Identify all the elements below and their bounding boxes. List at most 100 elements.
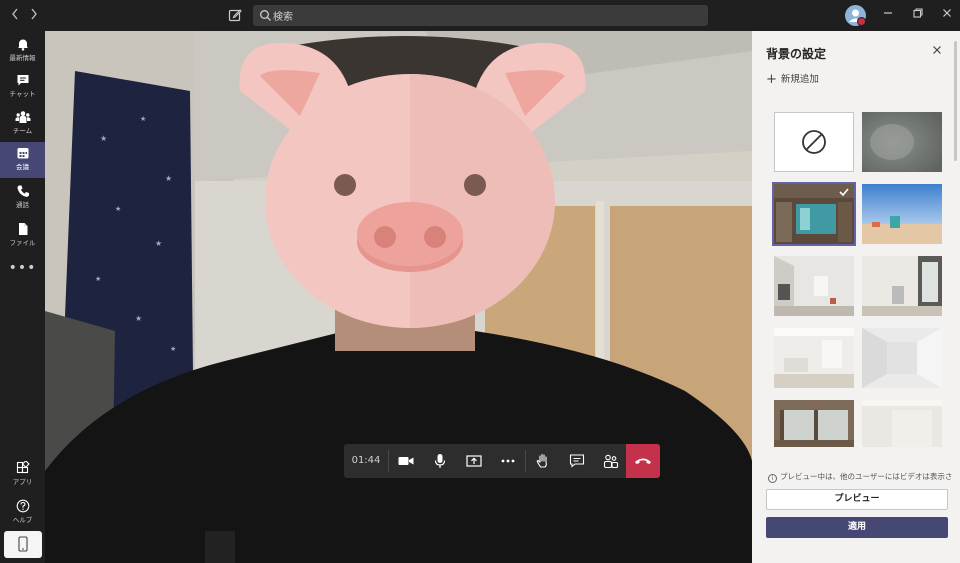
rail-label: ヘルプ bbox=[12, 516, 33, 524]
bell-icon bbox=[17, 39, 28, 51]
video-stage: ★★★ ★★★ ★★★ ★ 01:44 bbox=[45, 31, 752, 563]
background-option-room-4[interactable] bbox=[862, 328, 942, 388]
room-background-image bbox=[774, 256, 854, 316]
minimize-icon bbox=[884, 12, 892, 14]
room-background-image bbox=[774, 328, 854, 388]
preview-notice: iプレビュー中は、他のユーザーにはビデオは表示されま... bbox=[768, 471, 953, 483]
status-badge bbox=[857, 17, 866, 26]
chevron-left-icon bbox=[12, 8, 18, 20]
background-option-room-6[interactable] bbox=[862, 400, 942, 447]
rail-item-activity[interactable]: 最新情報 bbox=[0, 33, 45, 69]
minimize-button[interactable] bbox=[880, 7, 896, 23]
camera-icon bbox=[398, 457, 414, 465]
no-background-icon bbox=[802, 130, 826, 154]
calendar-icon bbox=[17, 148, 28, 159]
camera-toggle-button[interactable] bbox=[389, 444, 423, 478]
panel-title: 背景の設定 bbox=[766, 47, 827, 61]
background-option-room-3[interactable] bbox=[774, 328, 854, 388]
close-window-button[interactable] bbox=[939, 7, 955, 23]
background-grid bbox=[752, 104, 960, 447]
mic-toggle-button[interactable] bbox=[423, 444, 457, 478]
add-new-label: 新規追加 bbox=[780, 74, 819, 85]
device-button[interactable] bbox=[4, 531, 42, 558]
chat-icon bbox=[569, 454, 585, 468]
close-icon bbox=[933, 46, 941, 54]
rail-item-apps[interactable]: アプリ bbox=[0, 457, 45, 493]
rail-item-teams[interactable]: チーム bbox=[0, 106, 45, 142]
forward-button[interactable] bbox=[27, 7, 41, 23]
share-screen-button[interactable] bbox=[457, 444, 491, 478]
rail-label: 会議 bbox=[16, 163, 29, 171]
title-bar: 検索 bbox=[0, 0, 960, 31]
search-input[interactable]: 検索 bbox=[273, 8, 293, 23]
rail-item-meetings[interactable]: 会議 bbox=[0, 142, 45, 178]
restore-button[interactable] bbox=[910, 7, 926, 23]
svg-text:★: ★ bbox=[165, 174, 172, 183]
self-video-preview: ★★★ ★★★ ★★★ ★ bbox=[45, 31, 752, 563]
apply-button[interactable]: 適用 bbox=[766, 517, 948, 538]
search-icon bbox=[260, 10, 271, 21]
close-icon bbox=[943, 9, 951, 17]
compose-icon bbox=[228, 9, 242, 22]
call-timer: 01:44 bbox=[351, 455, 381, 466]
rail-item-calls[interactable]: 通話 bbox=[0, 180, 45, 216]
more-icon bbox=[501, 459, 515, 463]
chat-toggle-button[interactable] bbox=[560, 444, 594, 478]
mic-icon bbox=[434, 454, 446, 468]
preview-button[interactable]: プレビュー bbox=[766, 489, 948, 510]
preview-notice-text: プレビュー中は、他のユーザーにはビデオは表示されま... bbox=[780, 472, 953, 481]
new-chat-button[interactable] bbox=[228, 7, 244, 23]
room-background-image bbox=[862, 328, 942, 388]
rail-item-chat[interactable]: チャット bbox=[0, 69, 45, 105]
room-background-image bbox=[862, 256, 942, 316]
background-option-room-1[interactable] bbox=[774, 256, 854, 316]
phone-icon bbox=[17, 185, 29, 197]
background-option-room-5[interactable] bbox=[774, 400, 854, 447]
blur-background-image bbox=[862, 112, 942, 172]
room-background-image bbox=[774, 400, 854, 447]
background-option-beach[interactable] bbox=[862, 184, 942, 244]
background-settings-panel: 背景の設定 + 新規追加 i プレビュー中は、他のユーザーにはビデオは表示さ プ… bbox=[752, 31, 960, 563]
svg-text:★: ★ bbox=[155, 239, 162, 248]
app-rail: 最新情報 チャット チーム 会議 通話 ファイル ••• アプリ ヘルプ bbox=[0, 31, 45, 563]
plus-icon: + bbox=[766, 72, 777, 87]
background-option-office[interactable] bbox=[772, 182, 856, 246]
add-new-background-button[interactable]: + 新規追加 bbox=[766, 71, 819, 87]
svg-text:★: ★ bbox=[115, 205, 121, 213]
raise-hand-button[interactable] bbox=[526, 444, 560, 478]
info-icon: i bbox=[768, 474, 777, 483]
participants-button[interactable] bbox=[594, 444, 628, 478]
beach-background-image bbox=[862, 184, 942, 244]
background-option-room-2[interactable] bbox=[862, 256, 942, 316]
participants-icon bbox=[603, 454, 619, 469]
restore-icon bbox=[913, 8, 923, 18]
rail-label: 最新情報 bbox=[9, 54, 36, 62]
back-button[interactable] bbox=[8, 7, 22, 23]
apps-icon bbox=[16, 461, 30, 474]
background-option-blur[interactable] bbox=[862, 112, 942, 172]
rail-label: アプリ bbox=[12, 478, 33, 486]
panel-close-button[interactable] bbox=[930, 44, 944, 58]
chevron-right-icon bbox=[31, 8, 37, 20]
mobile-device-icon bbox=[18, 536, 28, 552]
panel-scrollbar[interactable] bbox=[954, 41, 957, 161]
svg-text:★: ★ bbox=[95, 275, 101, 283]
svg-text:★: ★ bbox=[170, 345, 176, 353]
file-icon bbox=[18, 223, 27, 235]
hangup-button[interactable] bbox=[626, 444, 660, 478]
rail-item-files[interactable]: ファイル bbox=[0, 218, 45, 254]
svg-text:★: ★ bbox=[140, 115, 146, 123]
svg-text:★: ★ bbox=[135, 314, 142, 323]
teams-icon bbox=[15, 111, 30, 123]
more-apps-button[interactable]: ••• bbox=[0, 260, 45, 276]
rail-item-help[interactable]: ヘルプ bbox=[0, 495, 45, 531]
share-screen-icon bbox=[466, 455, 482, 467]
hangup-icon bbox=[635, 458, 651, 464]
rail-label: チーム bbox=[12, 127, 33, 135]
room-background-image bbox=[862, 400, 942, 447]
rail-label: 通話 bbox=[16, 201, 29, 209]
more-actions-button[interactable] bbox=[491, 444, 525, 478]
call-controls: 01:44 bbox=[344, 444, 660, 478]
search-box[interactable]: 検索 bbox=[253, 5, 708, 26]
background-option-none[interactable] bbox=[774, 112, 854, 172]
